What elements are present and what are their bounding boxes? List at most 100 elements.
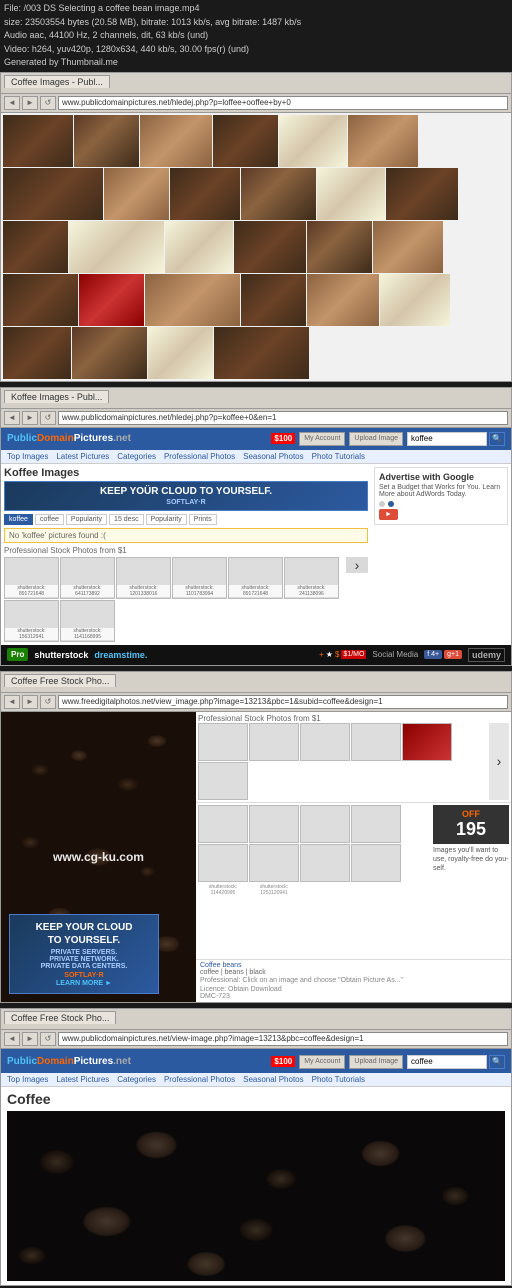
tag-koffee[interactable]: koffee — [4, 514, 33, 525]
sponsored-img[interactable]: shutterstock: 891721648 — [228, 557, 283, 599]
address-bar-2[interactable] — [58, 411, 508, 425]
bottom-upload-btn[interactable]: Upload Image — [349, 1055, 403, 1069]
s3-img-b[interactable] — [300, 844, 350, 882]
s3-img-b[interactable] — [249, 844, 299, 882]
browser-tab-2[interactable]: Koffee Images - Publ... — [4, 390, 109, 403]
img-thumb[interactable] — [104, 168, 169, 220]
img-thumb[interactable] — [72, 327, 147, 379]
browser-tab-1[interactable]: Coffee Images - Publ... — [4, 75, 110, 88]
img-thumb[interactable] — [234, 221, 306, 273]
img-thumb[interactable] — [386, 168, 458, 220]
tag-prints[interactable]: Prints — [189, 514, 217, 525]
img-thumb[interactable] — [214, 327, 309, 379]
bottom-search-input[interactable] — [407, 1055, 487, 1069]
back-button-2[interactable]: ◄ — [4, 411, 20, 425]
bottom-nav-latest[interactable]: Latest Pictures — [56, 1075, 109, 1084]
forward-button-2[interactable]: ► — [22, 411, 38, 425]
address-bar-4[interactable] — [58, 1032, 508, 1046]
img-thumb[interactable] — [279, 115, 347, 167]
gplus-btn[interactable]: g+1 — [444, 650, 462, 659]
forward-button-3[interactable]: ► — [22, 695, 38, 709]
img-thumb[interactable] — [145, 274, 240, 326]
tag-popularity[interactable]: Popularity — [66, 514, 107, 525]
img-thumb[interactable] — [3, 115, 73, 167]
s3-img[interactable] — [402, 723, 452, 761]
refresh-button-4[interactable]: ↺ — [40, 1032, 56, 1046]
img-thumb[interactable] — [348, 115, 418, 167]
nav-top-images[interactable]: Top Images — [7, 452, 48, 461]
pdp-search-input[interactable] — [407, 432, 487, 446]
s3-img-b[interactable] — [351, 805, 401, 843]
nav-seasonal[interactable]: Seasonal Photos — [243, 452, 304, 461]
tag-15-desc[interactable]: 15 desc — [109, 514, 144, 525]
pdp-search-btn[interactable]: 🔍 — [489, 432, 505, 446]
s3-arrow-btn[interactable]: › — [489, 723, 509, 800]
s3-img-b[interactable] — [351, 844, 401, 882]
refresh-button[interactable]: ↺ — [40, 96, 56, 110]
bottom-account-btn[interactable]: My Account — [299, 1055, 345, 1069]
s3-img[interactable] — [198, 723, 248, 761]
s3-img-b[interactable] — [198, 805, 248, 843]
facebook-btn[interactable]: f 4+ — [424, 650, 442, 659]
sponsored-img[interactable]: shutterstock: 1141168995 — [60, 600, 115, 642]
s3-img-b[interactable] — [198, 844, 248, 882]
nav-professional[interactable]: Professional Photos — [164, 452, 235, 461]
sponsored-img[interactable]: shutterstock: 641173892 — [60, 557, 115, 599]
sponsored-img[interactable]: shutterstock: 891721648 — [4, 557, 59, 599]
address-bar-1[interactable] — [58, 96, 508, 110]
img-thumb[interactable] — [140, 115, 212, 167]
back-button-4[interactable]: ◄ — [4, 1032, 20, 1046]
tag-popularity2[interactable]: Popularity — [146, 514, 187, 525]
dreamstime-logo[interactable]: dreamstime. — [94, 650, 147, 660]
upload-image-btn[interactable]: Upload Image — [349, 432, 403, 446]
img-thumb[interactable] — [3, 168, 103, 220]
adwords-cta-btn[interactable]: ► — [379, 509, 398, 520]
img-thumb[interactable] — [241, 168, 316, 220]
bottom-nav-professional[interactable]: Professional Photos — [164, 1075, 235, 1084]
back-button[interactable]: ◄ — [4, 96, 20, 110]
udemy-badge[interactable]: udemy — [468, 648, 505, 662]
sponsored-img[interactable]: shutterstock: 1101783994 — [172, 557, 227, 599]
img-thumb[interactable] — [74, 115, 139, 167]
bottom-nav-tutorials[interactable]: Photo Tutorials — [312, 1075, 365, 1084]
img-thumb[interactable] — [165, 221, 233, 273]
browser-tab-4[interactable]: Coffee Free Stock Pho... — [4, 1011, 116, 1024]
tag-coffee[interactable]: coffee — [35, 514, 64, 525]
nav-categories[interactable]: Categories — [117, 452, 156, 461]
keep-cloud-ad[interactable]: KEEP YOUR CLOUDTO YOURSELF. Private serv… — [9, 914, 159, 994]
coffee-beans-link[interactable]: Coffee beans — [200, 962, 507, 969]
img-thumb[interactable] — [373, 221, 443, 273]
img-thumb[interactable] — [213, 115, 278, 167]
next-images-btn[interactable]: › — [346, 557, 368, 573]
img-thumb[interactable] — [79, 274, 144, 326]
back-button-3[interactable]: ◄ — [4, 695, 20, 709]
shutterstock-logo[interactable]: shutterstock — [34, 650, 88, 660]
img-thumb[interactable] — [3, 221, 68, 273]
browser-tab-3[interactable]: Coffee Free Stock Pho... — [4, 674, 116, 687]
img-thumb[interactable] — [170, 168, 240, 220]
img-thumb[interactable] — [148, 327, 213, 379]
img-thumb[interactable] — [307, 221, 372, 273]
forward-button-4[interactable]: ► — [22, 1032, 38, 1046]
img-thumb[interactable] — [69, 221, 164, 273]
img-thumb[interactable] — [3, 327, 71, 379]
learn-more-link[interactable]: LEARN MORE ► — [18, 980, 150, 987]
refresh-button-2[interactable]: ↺ — [40, 411, 56, 425]
sponsored-img[interactable]: shutterstock: 1201338016 — [116, 557, 171, 599]
bottom-nav-seasonal[interactable]: Seasonal Photos — [243, 1075, 304, 1084]
s3-img-b[interactable] — [249, 805, 299, 843]
sponsored-img[interactable]: shutterstock: 156312941 — [4, 600, 59, 642]
bottom-search-btn[interactable]: 🔍 — [489, 1055, 505, 1069]
forward-button[interactable]: ► — [22, 96, 38, 110]
img-thumb[interactable] — [380, 274, 450, 326]
my-account-btn[interactable]: My Account — [299, 432, 345, 446]
bottom-nav-top[interactable]: Top Images — [7, 1075, 48, 1084]
nav-tutorials[interactable]: Photo Tutorials — [312, 452, 365, 461]
s3-img-b[interactable] — [300, 805, 350, 843]
softlayer-ad[interactable]: KEEP YOÜR CLOUD TO YOURSELF. SOFTLAY·R — [4, 481, 368, 511]
img-thumb[interactable] — [317, 168, 385, 220]
s3-img[interactable] — [351, 723, 401, 761]
refresh-button-3[interactable]: ↺ — [40, 695, 56, 709]
sponsored-img[interactable]: shutterstock: 241138096 — [284, 557, 339, 599]
s3-img[interactable] — [300, 723, 350, 761]
